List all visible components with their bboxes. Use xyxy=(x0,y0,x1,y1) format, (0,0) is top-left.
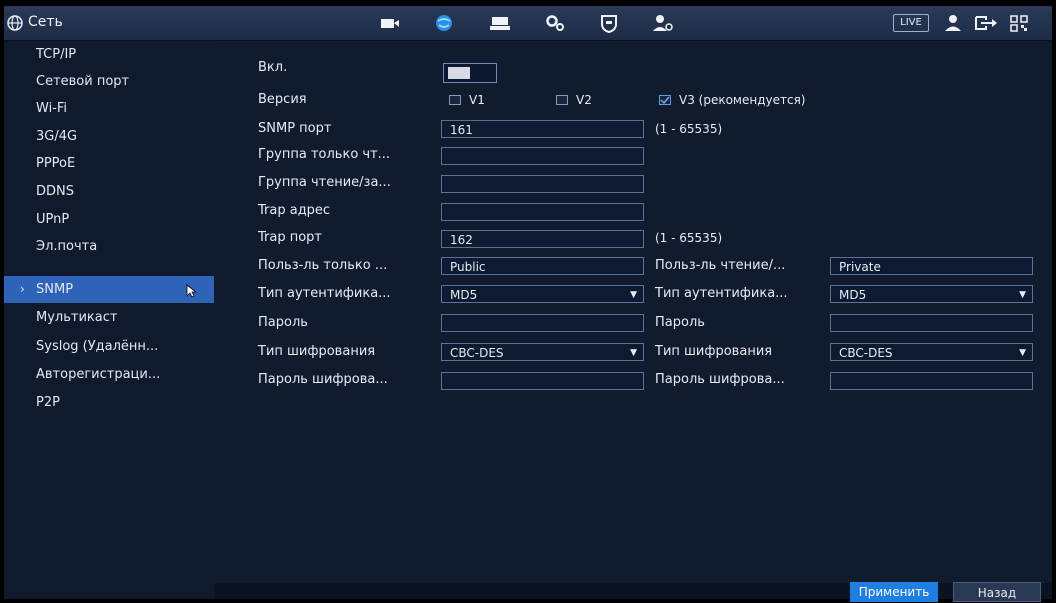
sidebar-item-upnp[interactable]: UPnP xyxy=(4,206,214,233)
read-group-row: Группа только чт... xyxy=(214,144,1052,166)
back-button[interactable]: Назад xyxy=(953,582,1041,602)
enc-pass-input[interactable] xyxy=(441,372,644,390)
sidebar-item-email[interactable]: Эл.почта xyxy=(4,233,214,260)
v2-label: V2 xyxy=(576,93,592,107)
sidebar-item-ddns[interactable]: DDNS xyxy=(4,178,214,205)
v3-label: V3 (рекомендуется) xyxy=(679,93,806,107)
password-label-right: Пароль xyxy=(655,315,705,330)
trap-addr-input[interactable] xyxy=(441,203,644,221)
camera-icon[interactable] xyxy=(378,13,402,33)
auth-type-row: Тип аутентифика... MD5 ▼ Тип аутентифика… xyxy=(214,283,1052,305)
app-window: Сеть LIVE TCP/IP Сетевой порт Wi-Fi 3G/4… xyxy=(4,6,1052,602)
snmp-settings-panel: Вкл. Версия V1 V2 V3 (рекомендуется) SNM… xyxy=(214,41,1052,602)
mouse-cursor-icon xyxy=(186,284,198,298)
sidebar-item-snmp[interactable]: › SNMP xyxy=(4,276,214,303)
read-group-input[interactable] xyxy=(441,147,644,165)
auth-type-select-right[interactable]: MD5 ▼ xyxy=(830,285,1033,303)
sidebar-item-autoregister[interactable]: Авторегистраци... xyxy=(4,361,214,388)
ro-user-label: Польз-ль только ... xyxy=(258,258,388,273)
enable-label: Вкл. xyxy=(258,60,288,75)
rw-user-input[interactable]: Private xyxy=(830,257,1033,275)
sidebar-item-p2p[interactable]: P2P xyxy=(4,389,214,416)
auth-type-label-right: Тип аутентифика... xyxy=(655,286,788,301)
sidebar-item-syslog[interactable]: Syslog (Удалённ... xyxy=(4,333,214,360)
trap-addr-row: Trap адрес xyxy=(214,200,1052,222)
auth-type-label: Тип аутентифика... xyxy=(258,286,391,301)
enc-pass-input-right[interactable] xyxy=(830,372,1033,390)
enc-type-value-right: CBC-DES xyxy=(839,346,893,360)
page-title: Сеть xyxy=(28,14,63,30)
trap-addr-label: Trap адрес xyxy=(258,203,331,218)
snmp-port-row: SNMP порт 161 (1 - 65535) xyxy=(214,118,1052,140)
user-icon[interactable] xyxy=(942,13,964,33)
toggle-knob xyxy=(448,67,470,79)
enc-type-value: CBC-DES xyxy=(450,346,504,360)
dropdown-arrow-icon: ▼ xyxy=(630,348,637,358)
storage-icon[interactable] xyxy=(488,13,512,33)
rw-group-input[interactable] xyxy=(441,175,644,193)
rw-group-row: Группа чтение/за... xyxy=(214,172,1052,194)
top-bar: Сеть LIVE xyxy=(4,6,1052,41)
enc-type-label-right: Тип шифрования xyxy=(655,344,773,359)
sidebar-item-pppoe[interactable]: PPPoE xyxy=(4,150,214,177)
sidebar: TCP/IP Сетевой порт Wi-Fi 3G/4G PPPoE DD… xyxy=(4,41,214,599)
enc-type-select-right[interactable]: CBC-DES ▼ xyxy=(830,343,1033,361)
version-label: Версия xyxy=(258,92,307,107)
enable-row: Вкл. xyxy=(214,57,1052,83)
trap-port-label: Trap порт xyxy=(258,230,323,245)
enc-pass-label-right: Пароль шифрова... xyxy=(655,372,785,387)
rw-user-label: Польз-ль чтение/... xyxy=(655,258,786,273)
trap-port-hint: (1 - 65535) xyxy=(655,231,723,245)
password-row: Пароль Пароль xyxy=(214,312,1052,334)
globe-icon xyxy=(7,15,23,31)
dropdown-arrow-icon: ▼ xyxy=(630,290,637,300)
logout-icon[interactable] xyxy=(972,13,1000,33)
v2-checkbox[interactable] xyxy=(556,95,568,105)
apply-button[interactable]: Применить xyxy=(850,582,938,602)
checkmark-icon xyxy=(660,96,670,104)
live-button[interactable]: LIVE xyxy=(893,14,929,32)
password-label: Пароль xyxy=(258,315,308,330)
auth-type-select[interactable]: MD5 ▼ xyxy=(441,285,644,303)
auth-type-value: MD5 xyxy=(450,288,478,302)
sidebar-item-multicast[interactable]: Мультикаст xyxy=(4,304,214,331)
read-group-label: Группа только чт... xyxy=(258,147,391,162)
sidebar-item-network-port[interactable]: Сетевой порт xyxy=(4,68,214,95)
enc-type-select[interactable]: CBC-DES ▼ xyxy=(441,343,644,361)
auth-type-value-right: MD5 xyxy=(839,288,867,302)
dropdown-arrow-icon: ▼ xyxy=(1019,348,1026,358)
sidebar-item-3g4g[interactable]: 3G/4G xyxy=(4,123,214,150)
snmp-port-label: SNMP порт xyxy=(258,121,332,136)
v3-checkbox[interactable] xyxy=(659,95,671,105)
rw-group-label: Группа чтение/за... xyxy=(258,175,391,190)
enc-pass-row: Пароль шифрова... Пароль шифрова... xyxy=(214,369,1052,391)
gear-icon[interactable] xyxy=(543,13,567,33)
snmp-port-hint: (1 - 65535) xyxy=(655,122,723,136)
password-input-right[interactable] xyxy=(830,314,1033,332)
enable-toggle[interactable] xyxy=(443,63,497,83)
sidebar-item-tcpip[interactable]: TCP/IP xyxy=(4,41,214,68)
account-icon[interactable] xyxy=(651,13,675,33)
enc-type-row: Тип шифрования CBC-DES ▼ Тип шифрования … xyxy=(214,341,1052,363)
snmp-port-input[interactable]: 161 xyxy=(441,120,644,138)
enc-pass-label: Пароль шифрова... xyxy=(258,372,388,387)
v1-label: V1 xyxy=(469,93,485,107)
shield-icon[interactable] xyxy=(597,13,621,33)
version-row: Версия V1 V2 V3 (рекомендуется) xyxy=(214,89,1052,111)
user-row: Польз-ль только ... Public Польз-ль чтен… xyxy=(214,255,1052,277)
trap-port-input[interactable]: 162 xyxy=(441,230,644,248)
qrcode-icon[interactable] xyxy=(1008,13,1030,33)
password-input[interactable] xyxy=(441,314,644,332)
dropdown-arrow-icon: ▼ xyxy=(1019,290,1026,300)
ro-user-input[interactable]: Public xyxy=(441,257,644,275)
v1-checkbox[interactable] xyxy=(449,95,461,105)
chevron-right-icon: › xyxy=(20,282,25,296)
trap-port-row: Trap порт 162 (1 - 65535) xyxy=(214,227,1052,249)
network-icon[interactable] xyxy=(432,13,456,33)
enc-type-label: Тип шифрования xyxy=(258,344,376,359)
sidebar-item-wifi[interactable]: Wi-Fi xyxy=(4,95,214,122)
